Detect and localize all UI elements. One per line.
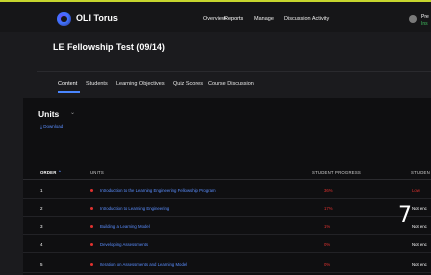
- row-order: 5: [40, 262, 43, 267]
- table-row: 2 Introduction to Learning Engineering 1…: [23, 200, 431, 217]
- student-progress: 0%: [324, 262, 331, 267]
- table-row: 4 Developing Assessments 0% Not enc: [23, 236, 431, 253]
- tab-learning-objectives[interactable]: Learning Objectives: [116, 81, 165, 87]
- student-engagement: Not enc: [412, 206, 427, 211]
- unit-link[interactable]: Developing Assessments: [100, 242, 148, 247]
- brand-name[interactable]: OLI Torus: [76, 13, 118, 23]
- tab-content[interactable]: Content: [58, 81, 77, 87]
- header-divider: [37, 71, 431, 72]
- column-header-units[interactable]: UNITS: [90, 170, 104, 175]
- user-role: Ins: [421, 21, 428, 27]
- overlay-glyph: 7: [398, 203, 412, 228]
- table-row: 3 Building a Learning Model 1% Not enc: [23, 218, 431, 235]
- nav-discussion-activity[interactable]: Discussion Activity: [284, 16, 329, 22]
- student-engagement: Low: [412, 188, 420, 193]
- unit-link[interactable]: Iteration on Assessments and Learning Mo…: [100, 262, 187, 267]
- user-name[interactable]: Pre: [421, 14, 429, 20]
- table-row: 5 Iteration on Assessments and Learning …: [23, 256, 431, 273]
- torus-logo-icon[interactable]: [57, 12, 71, 26]
- tab-students[interactable]: Students: [86, 81, 108, 87]
- sort-asc-icon[interactable]: ⌃: [58, 170, 62, 175]
- student-progress: 0%: [324, 242, 331, 247]
- student-progress: 1%: [324, 224, 331, 229]
- column-header-order[interactable]: ORDER ⌃: [40, 170, 62, 176]
- tab-course-discussion[interactable]: Course Discussion: [208, 81, 254, 87]
- active-tab-indicator: [58, 91, 80, 93]
- row-order: 3: [40, 224, 43, 229]
- status-dot-icon: [90, 207, 93, 210]
- table-row: 1 Introduction to the Learning Engineeri…: [23, 182, 431, 199]
- status-dot-icon: [90, 189, 93, 192]
- unit-link[interactable]: Introduction to Learning Engineering: [100, 206, 169, 211]
- nav-overview[interactable]: Overview: [203, 16, 226, 22]
- unit-link[interactable]: Introduction to the Learning Engineering…: [100, 188, 216, 193]
- student-progress: 17%: [324, 206, 333, 211]
- student-engagement: Not enc: [412, 262, 427, 267]
- order-header-label: ORDER: [40, 170, 57, 175]
- top-navigation: OLI Torus Overview Reports Manage Discus…: [0, 2, 431, 32]
- status-dot-icon: [90, 243, 93, 246]
- column-header-student-progress[interactable]: STUDENT PROGRESS: [312, 170, 361, 175]
- student-engagement: Not enc: [412, 224, 427, 229]
- nav-manage[interactable]: Manage: [254, 16, 274, 22]
- page-title: LE Fellowship Test (09/14): [53, 42, 165, 52]
- nav-reports[interactable]: Reports: [224, 16, 243, 22]
- chevron-down-icon[interactable]: ⌄: [70, 109, 75, 116]
- table-header-divider: [23, 179, 431, 180]
- student-progress: 36%: [324, 188, 333, 193]
- user-avatar-icon[interactable]: [409, 15, 417, 23]
- download-link[interactable]: ⤓ Download: [40, 124, 63, 129]
- column-header-student-engagement[interactable]: STUDEN: [411, 170, 430, 175]
- row-order: 2: [40, 206, 43, 211]
- row-order: 4: [40, 242, 43, 247]
- row-order: 1: [40, 188, 43, 193]
- status-dot-icon: [90, 263, 93, 266]
- tab-quiz-scores[interactable]: Quiz Scores: [173, 81, 203, 87]
- student-engagement: Not enc: [412, 242, 427, 247]
- unit-link[interactable]: Building a Learning Model: [100, 224, 150, 229]
- status-dot-icon: [90, 225, 93, 228]
- units-heading[interactable]: Units: [38, 109, 59, 119]
